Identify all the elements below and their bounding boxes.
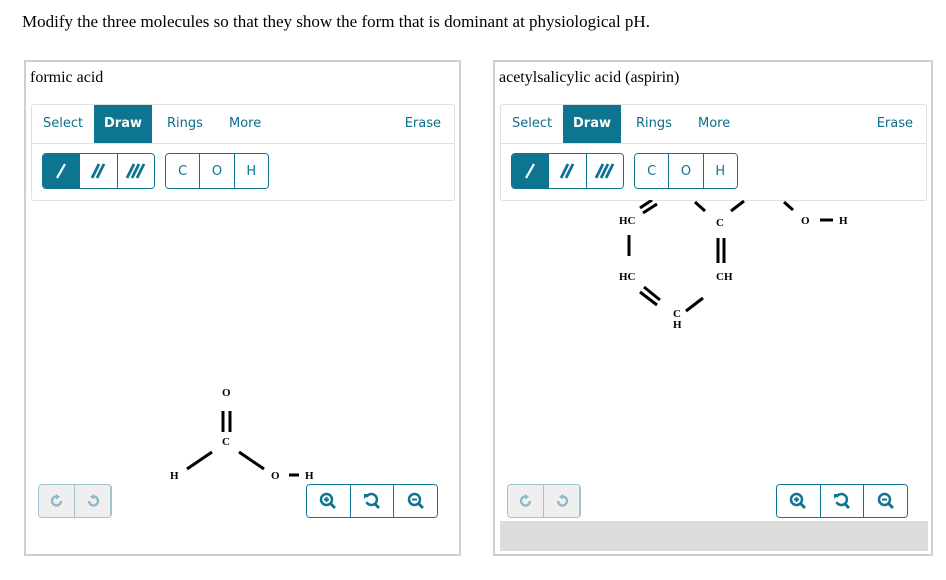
bond-top-center <box>693 200 707 213</box>
tab-rings[interactable]: Rings <box>625 105 683 143</box>
triple-bond-button[interactable] <box>117 154 154 188</box>
double-bond-icon <box>91 163 106 179</box>
zoom-out-icon <box>877 492 894 509</box>
instruction-text: Modify the three molecules so that they … <box>22 12 650 31</box>
zoom-in-icon <box>790 492 807 509</box>
tab-more[interactable]: More <box>687 105 741 143</box>
atom-tool-group: C O H <box>165 153 269 189</box>
redo-icon <box>50 494 62 507</box>
formic-acid-panel: formic acid Select Draw Rings More Erase… <box>24 60 461 556</box>
single-bond-icon <box>525 163 536 179</box>
panel-title: formic acid <box>30 69 104 86</box>
reset-zoom-icon <box>364 492 380 509</box>
single-bond-icon <box>56 163 67 179</box>
tab-rings[interactable]: Rings <box>156 105 214 143</box>
zoom-group <box>306 484 438 518</box>
bond-c-right-up <box>730 200 745 213</box>
reset-zoom-icon <box>834 492 850 509</box>
tool-tabs: Select Draw Rings More Erase <box>501 105 926 144</box>
zoom-in-button[interactable] <box>777 485 821 517</box>
atom-c[interactable]: C <box>222 436 230 448</box>
atom-hc-top[interactable]: HC <box>619 215 636 227</box>
drawing-toolbar: Select Draw Rings More Erase C O H <box>500 104 927 201</box>
tab-draw[interactable]: Draw <box>94 105 152 143</box>
atom-o[interactable]: O <box>801 215 810 227</box>
undo-icon <box>87 494 99 507</box>
zoom-out-button[interactable] <box>864 485 907 517</box>
zoom-in-button[interactable] <box>307 485 351 517</box>
single-bond-button[interactable] <box>512 154 550 188</box>
undo-button[interactable] <box>75 485 111 517</box>
atom-tool-group: C O H <box>634 153 738 189</box>
double-bond-icon <box>560 163 575 179</box>
history-group <box>38 484 112 518</box>
zoom-out-button[interactable] <box>394 485 437 517</box>
atom-o-top[interactable]: O <box>222 387 231 399</box>
atom-c-button[interactable]: C <box>635 154 670 188</box>
reset-zoom-button[interactable] <box>350 485 395 517</box>
atom-h-button[interactable]: H <box>234 154 268 188</box>
undo-icon <box>556 494 568 507</box>
panel-title: acetylsalicylic acid (aspirin) <box>499 69 680 86</box>
atom-h[interactable]: H <box>839 215 848 227</box>
zoom-in-icon <box>320 492 337 509</box>
redo-button[interactable] <box>39 485 75 517</box>
tab-draw[interactable]: Draw <box>563 105 621 143</box>
bond-tool-group <box>42 153 155 189</box>
atom-o-right[interactable]: O <box>271 470 280 482</box>
history-group <box>507 484 581 518</box>
single-bond-button[interactable] <box>43 154 81 188</box>
atom-c-right[interactable]: C <box>716 217 724 229</box>
drawing-toolbar: Select Draw Rings More Erase C O H <box>31 104 455 201</box>
redo-icon <box>519 494 531 507</box>
triple-bond-button[interactable] <box>586 154 623 188</box>
triple-bond-icon <box>125 163 146 179</box>
tab-select[interactable]: Select <box>501 105 563 143</box>
atom-h-bottom[interactable]: H <box>673 319 682 331</box>
aspirin-panel: acetylsalicylic acid (aspirin) Select Dr… <box>493 60 933 556</box>
bond-c-h <box>186 450 213 471</box>
atom-c-button[interactable]: C <box>166 154 201 188</box>
bond-tool-group <box>511 153 624 189</box>
atom-o-button[interactable]: O <box>200 154 235 188</box>
bond-to-o <box>783 200 794 212</box>
zoom-out-icon <box>407 492 424 509</box>
bond-ch-c <box>685 296 704 313</box>
tab-erase[interactable]: Erase <box>866 105 924 143</box>
atom-ch[interactable]: CH <box>716 271 733 283</box>
atom-h-button[interactable]: H <box>703 154 737 188</box>
undo-button[interactable] <box>544 485 580 517</box>
reset-zoom-button[interactable] <box>820 485 865 517</box>
tab-select[interactable]: Select <box>32 105 94 143</box>
redo-button[interactable] <box>508 485 544 517</box>
zoom-group <box>776 484 908 518</box>
bond-c-o <box>238 450 265 471</box>
double-bond-button[interactable] <box>80 154 118 188</box>
tool-tabs: Select Draw Rings More Erase <box>32 105 454 144</box>
tab-more[interactable]: More <box>218 105 272 143</box>
triple-bond-icon <box>594 163 615 179</box>
atom-h-right[interactable]: H <box>305 470 314 482</box>
status-bar <box>500 521 928 551</box>
double-bond-button[interactable] <box>549 154 587 188</box>
atom-h-left[interactable]: H <box>170 470 179 482</box>
atom-o-button[interactable]: O <box>669 154 704 188</box>
atom-hc-bottom[interactable]: HC <box>619 271 636 283</box>
tab-erase[interactable]: Erase <box>394 105 452 143</box>
